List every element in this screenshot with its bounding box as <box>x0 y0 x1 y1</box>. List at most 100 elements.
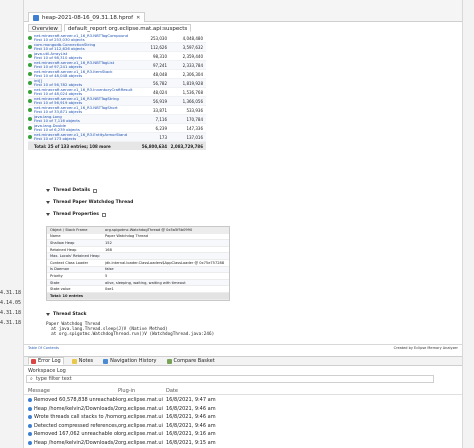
table-row[interactable]: java.util.ArrayList First 10 of 98,310 ob… <box>28 52 206 61</box>
tab-label: Notes <box>78 358 94 364</box>
class-name-cell[interactable]: net.minecraft.server.v1_16_R3.NBTTagStri… <box>28 97 134 105</box>
objects-link[interactable]: First 10 of 7,116 objects <box>34 119 134 123</box>
class-icon <box>28 108 32 112</box>
editor-tab[interactable]: heap-2021-08-16_09.31.18.hprof ✕ <box>28 12 146 22</box>
property-row: Name Paper Watchdog Thread <box>47 234 229 241</box>
tab-default-report[interactable]: default_report org.eclipse.mat.api:suspe… <box>63 24 192 32</box>
table-row[interactable]: com.mongodb.ConnectionString First 10 of … <box>28 43 206 52</box>
log-date: 16/8/2021, 9:47 am <box>166 397 216 404</box>
shallow-heap-cell: 33,871 <box>153 107 167 113</box>
log-message: Heap /home/kelvin2/Downloads/20210 <box>34 439 118 446</box>
class-name-cell[interactable]: net.minecraft.server.v1_16_R3.EntityArmo… <box>28 133 134 141</box>
table-row[interactable]: int[] First 10 of 56,782 objects 56,782 1,8… <box>28 79 206 88</box>
class-name-cell[interactable]: net.minecraft.server.v1_16_R3.ItemStack F… <box>28 70 134 78</box>
objects-link[interactable]: First 10 of 6,239 objects <box>34 128 134 132</box>
property-row: State value 0xe1 <box>47 286 229 293</box>
table-row[interactable]: net.minecraft.server.v1_16_R3.NBTTagComp… <box>28 34 206 43</box>
table-row[interactable]: net.minecraft.server.v1_16_R3.InventoryC… <box>28 88 206 97</box>
column-message[interactable]: Message <box>24 388 118 394</box>
section-label: Thread Paper Watchdog Thread <box>53 200 134 205</box>
table-row[interactable]: java.lang.Double First 10 of 6,239 object… <box>28 124 206 133</box>
objects-link[interactable]: First 10 of 97,241 objects <box>34 65 134 69</box>
objects-link[interactable]: First 10 of 48,024 objects <box>34 92 134 96</box>
log-row[interactable]: Removed 60,578,838 unreachable objecorg.… <box>24 396 462 405</box>
log-message: Wrote threads call stacks to /home/kel <box>34 414 118 421</box>
log-row[interactable]: Removed 167,062 unreachable objectsorg.e… <box>24 430 462 439</box>
section-thread-properties[interactable]: Thread Properties <box>46 212 106 217</box>
property-value: alive, sleeping, waiting, waiting with t… <box>105 280 186 285</box>
class-icon <box>28 126 32 130</box>
table-row[interactable]: net.minecraft.server.v1_16_R3.EntityArmo… <box>28 133 206 142</box>
log-message: Removed 60,578,838 unreachable objec <box>34 397 118 404</box>
section-label: Thread Details <box>53 188 91 193</box>
objects-link[interactable]: First 10 of 253,030 objects <box>34 38 134 42</box>
objects-link[interactable]: First 10 of 56,919 objects <box>34 101 134 105</box>
property-row: Context Class Loader jdk.internal.loader.… <box>47 260 229 267</box>
section-thread-name[interactable]: Thread Paper Watchdog Thread <box>46 200 133 205</box>
property-value: false <box>105 267 114 272</box>
log-row[interactable]: Detected compressed references, becaorg.… <box>24 422 462 431</box>
log-date: 16/8/2021, 9:46 am <box>166 405 216 412</box>
view-icon <box>101 212 106 217</box>
log-row[interactable]: Heap /home/kelvin2/Downloads/20210org.ec… <box>24 439 462 448</box>
tab-compare-basket[interactable]: Compare Basket <box>165 358 217 364</box>
table-of-contents-link[interactable]: Table Of Contents <box>28 346 59 350</box>
objects-link[interactable]: First 10 of 173 objects <box>34 137 134 141</box>
objects-link[interactable]: First 10 of 98,310 objects <box>34 56 134 60</box>
table-row[interactable]: net.minecraft.server.v1_16_R3.ItemStack F… <box>28 70 206 79</box>
class-icon <box>28 81 32 85</box>
class-name-cell[interactable]: com.mongodb.ConnectionString First 10 of … <box>28 43 134 51</box>
objects-link[interactable]: First 10 of 112,626 objects <box>34 47 134 51</box>
section-thread-details[interactable]: Thread Details <box>46 188 98 193</box>
tab-overview[interactable]: Overview <box>28 24 62 32</box>
property-key: State value <box>50 287 71 292</box>
log-date: 16/8/2021, 9:15 am <box>166 439 216 446</box>
log-message-cell: Wrote threads call stacks to /home/kel <box>24 414 118 420</box>
tab-navigation-history[interactable]: Navigation History <box>101 358 158 364</box>
log-row[interactable]: Wrote threads call stacks to /home/kelor… <box>24 413 462 422</box>
class-name-cell[interactable]: int[] First 10 of 56,782 objects <box>28 79 134 87</box>
objects-link[interactable]: First 10 of 56,782 objects <box>34 83 134 87</box>
class-name-cell[interactable]: java.lang.Double First 10 of 6,239 object… <box>28 124 134 132</box>
search-icon: ⌕ <box>30 376 33 382</box>
retained-heap-cell: 3,597,632 <box>182 44 203 50</box>
table-row[interactable]: java.lang.Long First 10 of 7,116 objects 7… <box>28 115 206 124</box>
class-name-cell[interactable]: net.minecraft.server.v1_16_R3.InventoryC… <box>28 88 134 96</box>
table-row[interactable]: net.minecraft.server.v1_16_R3.NBTTagList… <box>28 61 206 70</box>
column-date[interactable]: Date <box>166 388 462 394</box>
log-message-cell: Heap /home/kelvin2/Downloads/20210 <box>24 440 118 446</box>
property-value: Paper Watchdog Thread <box>105 234 148 239</box>
objects-link[interactable]: First 10 of 48,048 objects <box>34 74 134 78</box>
info-icon <box>28 406 32 411</box>
class-name-cell[interactable]: java.util.ArrayList First 10 of 98,310 ob… <box>28 52 134 60</box>
property-key: Max. Locals' Retained Heap <box>50 254 100 259</box>
table-row[interactable]: net.minecraft.server.v1_16_R3.NBTTagStri… <box>28 97 206 106</box>
property-key: Retained Heap <box>50 247 77 252</box>
info-icon <box>28 398 32 403</box>
class-name-cell[interactable]: java.lang.Long First 10 of 7,116 objects <box>28 115 134 123</box>
thread-properties-table: Object / Stack Frame org.spigotmc.Watchd… <box>46 226 230 301</box>
info-icon <box>28 432 32 437</box>
class-name-cell[interactable]: net.minecraft.server.v1_16_R3.NBTTagList… <box>28 61 134 69</box>
tab-error-log[interactable]: Error Log <box>28 357 64 365</box>
log-plugin: org.eclipse.mat.ui <box>118 405 163 412</box>
collapse-icon <box>46 201 50 204</box>
class-name-cell[interactable]: net.minecraft.server.v1_16_R3.NBTTagComp… <box>28 34 134 42</box>
class-name-cell[interactable]: net.minecraft.server.v1_16_R3.NBTTagShor… <box>28 106 134 114</box>
column-plugin[interactable]: Plug-in <box>118 388 166 394</box>
tab-notes[interactable]: Notes <box>70 358 95 364</box>
property-value: 152 <box>105 240 112 245</box>
objects-link[interactable]: First 10 of 33,871 objects <box>34 110 134 114</box>
log-table: Removed 60,578,838 unreachable objecorg.… <box>24 396 462 447</box>
log-row[interactable]: Heap /home/kelvin2/Downloads/20210org.ec… <box>24 405 462 414</box>
filter-input[interactable]: ⌕ type filter text <box>26 375 434 383</box>
error-log-icon <box>31 358 36 364</box>
shallow-heap-cell: 97,241 <box>153 62 167 68</box>
property-key: Is Daemon <box>50 267 70 272</box>
props-header-value: org.spigotmc.WatchdogThread @ 0x5a5f5b09… <box>105 227 193 232</box>
table-row[interactable]: net.minecraft.server.v1_16_R3.NBTTagShor… <box>28 106 206 115</box>
section-label: Thread Properties <box>53 212 99 217</box>
section-thread-stack[interactable]: Thread Stack <box>46 312 86 317</box>
history-icon <box>103 358 109 364</box>
close-icon[interactable]: ✕ <box>136 15 140 21</box>
